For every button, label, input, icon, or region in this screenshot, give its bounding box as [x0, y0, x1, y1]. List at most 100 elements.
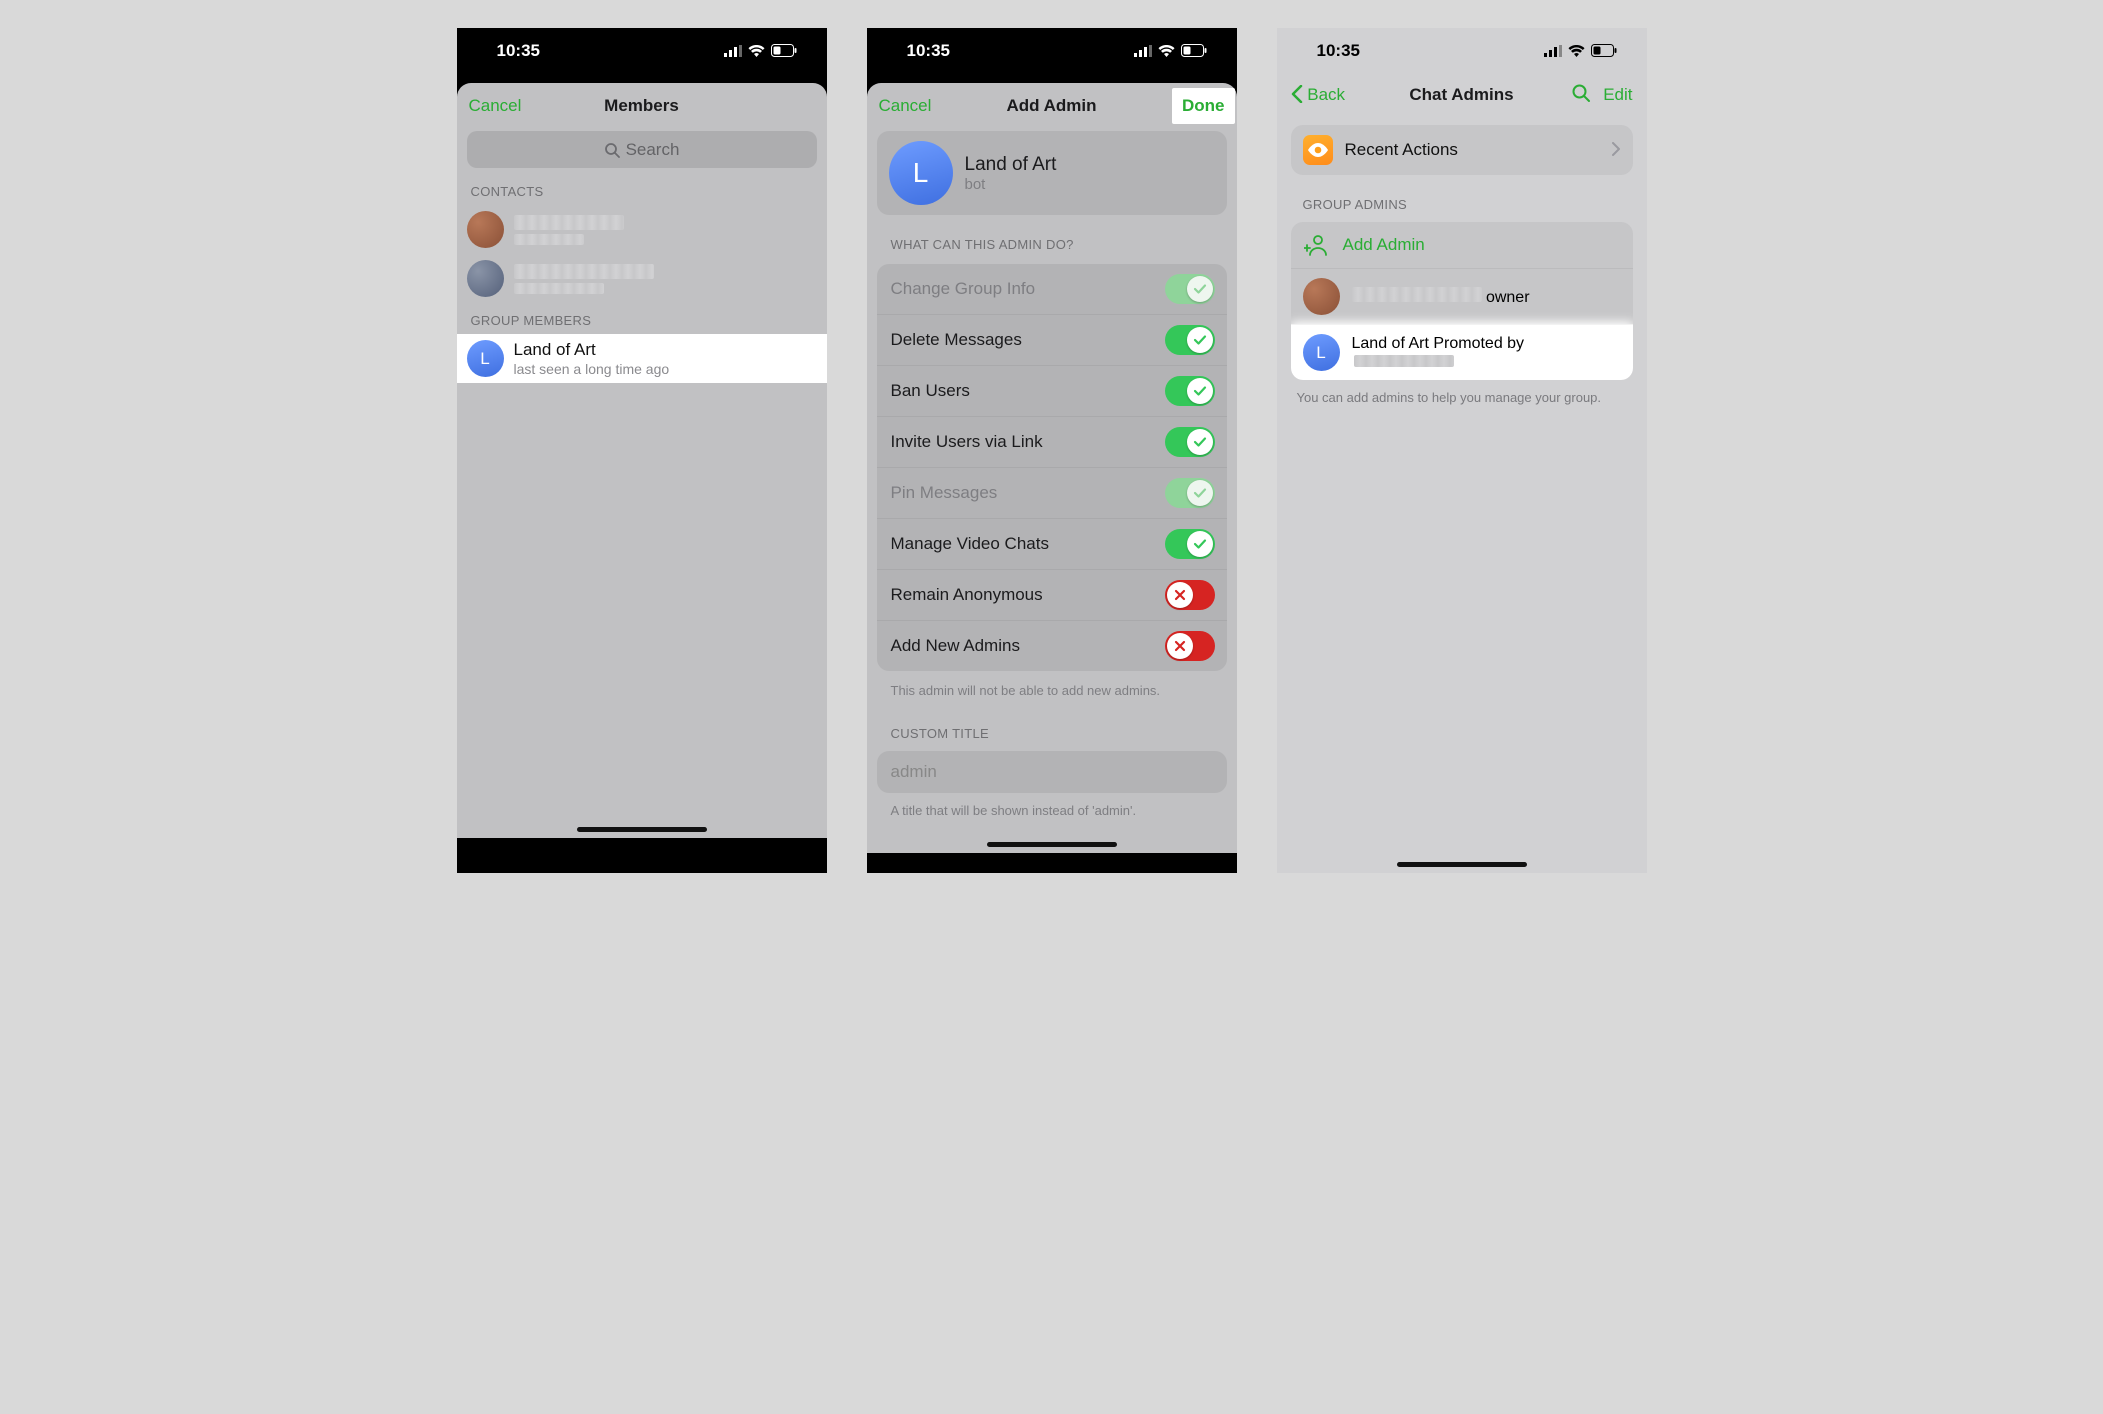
- status-bar: 10:35: [1277, 28, 1647, 73]
- member-status: last seen a long time ago: [514, 361, 670, 377]
- cancel-button[interactable]: Cancel: [469, 96, 539, 116]
- redacted-owner-name: [1352, 287, 1482, 302]
- screenshot-members: 10:35 Cancel Members Search CONTACTS: [457, 28, 827, 873]
- status-icons: [1134, 44, 1207, 57]
- nav-bar: Cancel Members: [457, 83, 827, 129]
- admin-avatar: L: [1303, 334, 1340, 371]
- search-row: Search: [457, 129, 827, 174]
- status-bar: 10:35: [457, 28, 827, 73]
- page-title: Add Admin: [1006, 96, 1096, 116]
- permission-label: Change Group Info: [891, 279, 1036, 299]
- admin-row-land-of-art[interactable]: L Land of Art Promoted by: [1291, 324, 1633, 380]
- contact-text: [514, 215, 624, 245]
- cellular-icon: [1544, 45, 1562, 57]
- owner-role: owner: [1486, 289, 1530, 306]
- status-time: 10:35: [497, 41, 540, 61]
- wifi-icon: [1158, 45, 1175, 57]
- permission-label: Delete Messages: [891, 330, 1022, 350]
- permission-label: Invite Users via Link: [891, 432, 1043, 452]
- admin-row-owner[interactable]: owner: [1291, 268, 1633, 324]
- permissions-list: Change Group Info Delete Messages Ban User…: [877, 264, 1227, 671]
- nav-bar: Back Chat Admins Edit: [1277, 73, 1647, 117]
- owner-avatar: [1303, 278, 1340, 315]
- admin-name: Land of Art: [965, 154, 1057, 176]
- status-icons: [1544, 44, 1617, 57]
- custom-title-input[interactable]: [877, 751, 1227, 793]
- done-button[interactable]: Done: [1172, 88, 1235, 124]
- search-input[interactable]: Search: [467, 131, 817, 168]
- page-title: Chat Admins: [1409, 85, 1513, 105]
- wifi-icon: [1568, 45, 1585, 57]
- permission-toggle[interactable]: [1165, 427, 1215, 457]
- admins-list: Add Admin owner L Land of Art Promoted b…: [1291, 222, 1633, 380]
- permission-label: Ban Users: [891, 381, 970, 401]
- permission-toggle[interactable]: [1165, 529, 1215, 559]
- chevron-left-icon: [1291, 85, 1303, 103]
- add-admin-sheet: Cancel Add Admin Done L Land of Art bot …: [867, 83, 1237, 853]
- admin-subtype: bot: [965, 176, 1057, 193]
- perms-help: This admin will not be able to add new a…: [867, 671, 1237, 700]
- permission-toggle[interactable]: [1165, 580, 1215, 610]
- status-icons: [724, 44, 797, 57]
- permission-toggle: [1165, 478, 1215, 508]
- battery-icon: [1591, 44, 1617, 57]
- admin-name: Land of Art: [1352, 335, 1429, 352]
- screenshot-chat-admins: 10:35 Back Chat Admins Edit Recent Actio…: [1277, 28, 1647, 873]
- back-button[interactable]: Back: [1291, 85, 1361, 105]
- add-admin-row[interactable]: Add Admin: [1291, 222, 1633, 268]
- recent-actions-row[interactable]: Recent Actions: [1291, 125, 1633, 175]
- permission-row[interactable]: Invite Users via Link: [877, 416, 1227, 467]
- permission-toggle[interactable]: [1165, 325, 1215, 355]
- admins-footer: You can add admins to help you manage yo…: [1277, 380, 1647, 405]
- avatar: [467, 260, 504, 297]
- recent-actions-label: Recent Actions: [1345, 140, 1458, 160]
- permission-toggle[interactable]: [1165, 631, 1215, 661]
- redacted-name: [514, 215, 624, 230]
- redacted-name: [514, 264, 654, 279]
- wifi-icon: [748, 45, 765, 57]
- permission-toggle[interactable]: [1165, 376, 1215, 406]
- cancel-button[interactable]: Cancel: [879, 96, 949, 116]
- group-admins-header: GROUP ADMINS: [1277, 175, 1647, 216]
- member-name: Land of Art: [514, 340, 670, 360]
- permission-label: Manage Video Chats: [891, 534, 1049, 554]
- permission-row[interactable]: Delete Messages: [877, 314, 1227, 365]
- search-icon: [604, 142, 620, 158]
- add-admin-icon: [1303, 231, 1331, 259]
- perms-header: WHAT CAN THIS ADMIN DO?: [867, 215, 1237, 258]
- contact-row[interactable]: [457, 254, 827, 303]
- screenshot-add-admin: 10:35 Cancel Add Admin Done L Land of Ar…: [867, 28, 1237, 873]
- permission-row[interactable]: Manage Video Chats: [877, 518, 1227, 569]
- member-row-land-of-art[interactable]: L Land of Art last seen a long time ago: [457, 334, 827, 383]
- custom-title-header: CUSTOM TITLE: [867, 700, 1237, 747]
- permission-label: Remain Anonymous: [891, 585, 1043, 605]
- page-title: Members: [604, 96, 679, 116]
- search-icon: [1571, 83, 1591, 103]
- edit-button[interactable]: Edit: [1603, 85, 1632, 105]
- status-time: 10:35: [1317, 41, 1360, 61]
- admin-user-card: L Land of Art bot: [877, 131, 1227, 215]
- permission-toggle: [1165, 274, 1215, 304]
- cellular-icon: [1134, 45, 1152, 57]
- add-admin-label: Add Admin: [1343, 235, 1425, 255]
- redacted-sub: [514, 234, 584, 245]
- permission-row: Pin Messages: [877, 467, 1227, 518]
- custom-title-help: A title that will be shown instead of 'a…: [867, 793, 1237, 820]
- contact-row[interactable]: [457, 205, 827, 254]
- eye-icon: [1303, 135, 1333, 165]
- permission-row[interactable]: Remain Anonymous: [877, 569, 1227, 620]
- nav-bar: Cancel Add Admin Done: [867, 83, 1237, 129]
- chat-admins-screen: Back Chat Admins Edit Recent Actions GRO…: [1277, 73, 1647, 873]
- search-button[interactable]: [1571, 83, 1591, 108]
- admin-avatar: L: [889, 141, 953, 205]
- home-indicator: [577, 827, 707, 832]
- permission-row[interactable]: Add New Admins: [877, 620, 1227, 671]
- contact-text: [514, 264, 654, 294]
- permission-row[interactable]: Ban Users: [877, 365, 1227, 416]
- group-members-header: GROUP MEMBERS: [457, 303, 827, 334]
- status-time: 10:35: [907, 41, 950, 61]
- battery-icon: [1181, 44, 1207, 57]
- chevron-right-icon: [1612, 139, 1621, 162]
- home-indicator: [1397, 862, 1527, 867]
- permission-label: Add New Admins: [891, 636, 1020, 656]
